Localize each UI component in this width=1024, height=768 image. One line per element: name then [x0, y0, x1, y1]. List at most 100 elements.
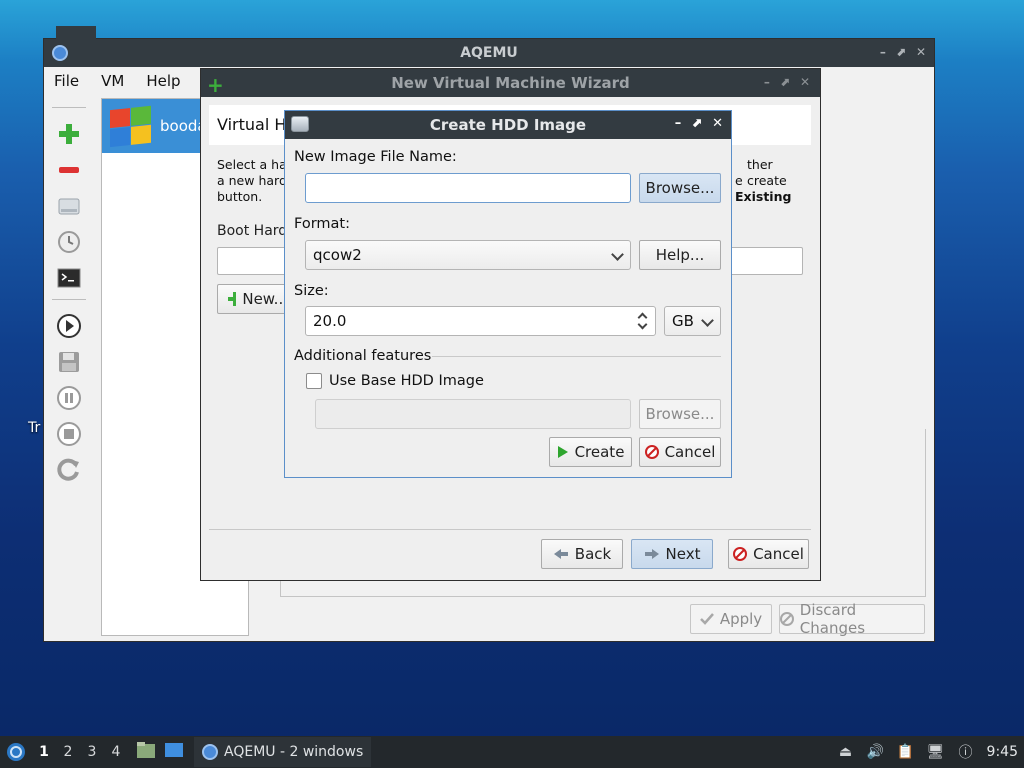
- back-button[interactable]: Back: [541, 539, 623, 569]
- eject-icon[interactable]: ⏏: [837, 743, 855, 761]
- discard-changes-button[interactable]: Discard Changes: [779, 601, 925, 637]
- cancel-icon: [644, 445, 659, 459]
- window-tab-stub: [56, 26, 96, 40]
- browse-button[interactable]: Browse...: [639, 173, 721, 203]
- task-label: AQEMU - 2 windows: [224, 744, 364, 760]
- size-label: Size:: [294, 283, 329, 299]
- maximize-icon[interactable]: ⬈: [780, 75, 790, 89]
- workspace-3[interactable]: 3: [80, 744, 104, 760]
- maximize-icon[interactable]: ⬈: [896, 45, 906, 59]
- taskbar: 1 2 3 4 AQEMU - 2 windows ⏏ 🔊 📋 🖥 ⓘ 9:45: [0, 736, 1024, 768]
- refresh-icon: [57, 458, 79, 481]
- menu-file[interactable]: File: [54, 72, 79, 90]
- minimize-icon[interactable]: –: [675, 116, 682, 131]
- folder-icon: [137, 742, 155, 758]
- use-base-hdd-label[interactable]: Use Base HDD Image: [329, 373, 484, 389]
- desktop-icon-label[interactable]: Tr: [28, 420, 40, 436]
- system-tray: ⏏ 🔊 📋 🖥 ⓘ 9:45: [837, 736, 1024, 768]
- floppy-icon: [59, 352, 79, 372]
- windows-logo-icon: [108, 104, 152, 149]
- pause-icon: [57, 386, 81, 410]
- apply-label: Apply: [719, 610, 763, 628]
- size-unit-select[interactable]: GB: [664, 306, 721, 336]
- minimize-icon[interactable]: –: [880, 45, 886, 59]
- description-line: e: [735, 173, 743, 188]
- file-name-input[interactable]: [305, 173, 631, 203]
- workspace-4[interactable]: 4: [104, 744, 128, 760]
- group-separator: [432, 356, 721, 357]
- new-label: New...: [242, 290, 288, 308]
- file-manager-launcher[interactable]: [136, 741, 156, 763]
- cancel-icon: [733, 547, 748, 561]
- aqemu-app-icon: [52, 45, 68, 61]
- hdd-cancel-button[interactable]: Cancel: [639, 437, 721, 467]
- clock-icon: [58, 231, 80, 253]
- taskbar-task-aqemu[interactable]: AQEMU - 2 windows: [194, 737, 372, 767]
- snapshots-button[interactable]: [52, 225, 86, 259]
- hdd-dialog-title: Create HDD Image: [429, 116, 587, 134]
- back-label: Back: [574, 545, 612, 563]
- terminal-icon: [57, 268, 81, 288]
- discard-label: Discard Changes: [799, 601, 866, 637]
- close-icon[interactable]: ✕: [916, 45, 926, 59]
- base-browse-button[interactable]: Browse...: [639, 399, 721, 429]
- new-hdd-button[interactable]: New...: [217, 284, 289, 314]
- toolbar-separator: [52, 299, 86, 301]
- format-label: Format:: [294, 216, 350, 232]
- delete-vm-button[interactable]: [52, 153, 86, 187]
- add-vm-button[interactable]: [52, 117, 86, 151]
- create-button[interactable]: Create: [549, 437, 632, 467]
- format-value: qcow2: [313, 246, 362, 264]
- use-base-hdd-checkbox[interactable]: [306, 373, 322, 389]
- hdd-manager-button[interactable]: [52, 189, 86, 223]
- size-unit-value: GB: [672, 312, 694, 330]
- size-spinbox[interactable]: 20.0: [305, 306, 656, 336]
- maximize-icon[interactable]: ⬈: [691, 116, 702, 131]
- start-menu-button[interactable]: [0, 736, 32, 768]
- hard-disk-icon: [58, 198, 80, 215]
- stop-vm-button[interactable]: [52, 417, 86, 451]
- show-desktop-launcher[interactable]: [164, 741, 184, 763]
- help-button[interactable]: Help...: [639, 240, 721, 270]
- notification-icon[interactable]: ⓘ: [957, 743, 975, 761]
- next-button[interactable]: Next: [631, 539, 713, 569]
- wizard-titlebar[interactable]: + New Virtual Machine Wizard – ⬈ ✕: [201, 69, 820, 97]
- create-hdd-dialog: Create HDD Image – ⬈ ✕ New Image File Na…: [284, 110, 732, 478]
- volume-icon[interactable]: 🔊: [867, 743, 885, 761]
- plus-icon: [59, 124, 79, 144]
- hdd-dialog-titlebar[interactable]: Create HDD Image – ⬈ ✕: [285, 111, 731, 139]
- format-select[interactable]: qcow2: [305, 240, 631, 270]
- desktop-icon: [165, 743, 183, 757]
- workspace-2[interactable]: 2: [56, 744, 80, 760]
- clock[interactable]: 9:45: [987, 744, 1018, 760]
- size-value: 20.0: [313, 312, 347, 330]
- aqemu-app-icon: [202, 744, 218, 760]
- base-image-input[interactable]: [315, 399, 631, 429]
- stop-icon: [57, 422, 81, 446]
- close-icon[interactable]: ✕: [800, 75, 810, 89]
- arrow-right-icon: [644, 549, 659, 559]
- lubuntu-logo-icon: [7, 743, 25, 761]
- clipboard-icon[interactable]: 📋: [897, 743, 915, 761]
- cancel-label: Cancel: [753, 545, 804, 563]
- network-icon[interactable]: 🖥: [927, 743, 945, 761]
- menu-vm[interactable]: VM: [101, 72, 124, 90]
- start-vm-button[interactable]: [52, 309, 86, 343]
- wizard-cancel-button[interactable]: Cancel: [728, 539, 809, 569]
- console-button[interactable]: [52, 261, 86, 295]
- arrow-left-icon: [553, 549, 568, 559]
- workspace-1[interactable]: 1: [32, 744, 56, 760]
- minimize-icon[interactable]: –: [764, 75, 770, 89]
- menu-help[interactable]: Help: [146, 72, 180, 90]
- save-vm-button[interactable]: [52, 345, 86, 379]
- close-icon[interactable]: ✕: [712, 116, 723, 131]
- main-titlebar[interactable]: AQEMU – ⬈ ✕: [44, 39, 934, 67]
- reset-vm-button[interactable]: [52, 453, 86, 487]
- hard-disk-icon: [291, 116, 309, 132]
- apply-button[interactable]: Apply: [690, 604, 772, 634]
- description-line: Select a har: [217, 157, 292, 172]
- description-bold: Existing: [735, 189, 792, 204]
- pause-vm-button[interactable]: [52, 381, 86, 415]
- minus-icon: [59, 167, 79, 173]
- spin-arrows-icon[interactable]: [637, 310, 649, 332]
